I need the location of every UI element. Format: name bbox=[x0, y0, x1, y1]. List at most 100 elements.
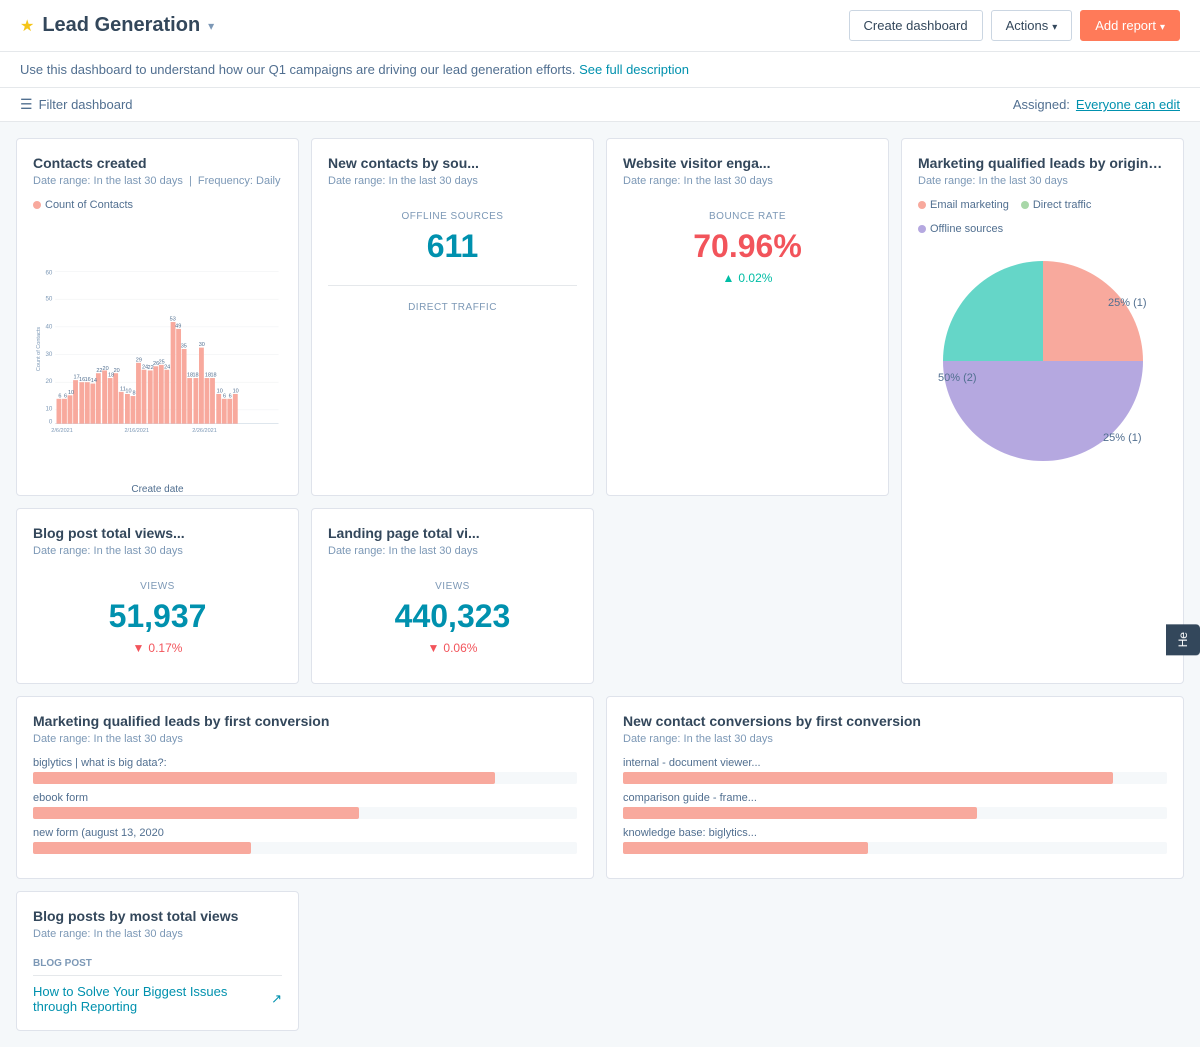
nc-hbar-item-2: comparison guide - frame... bbox=[623, 792, 1167, 819]
svg-text:10: 10 bbox=[217, 389, 223, 395]
hbar-label-2: ebook form bbox=[33, 792, 173, 804]
svg-text:16: 16 bbox=[79, 377, 85, 383]
dropdown-arrow-icon: ▾ bbox=[1052, 22, 1057, 33]
see-full-description-link[interactable]: See full description bbox=[579, 62, 689, 77]
hbar-item-2: ebook form bbox=[33, 792, 577, 819]
mq-leads-bars: biglytics | what is big data?: ebook for… bbox=[33, 757, 577, 854]
svg-text:14: 14 bbox=[91, 378, 97, 384]
new-contact-conv-title: New contact conversions by first convers… bbox=[623, 713, 1167, 729]
legend-email: Email marketing bbox=[918, 199, 1009, 211]
website-visitor-date: Date range: In the last 30 days bbox=[623, 175, 872, 187]
svg-text:40: 40 bbox=[45, 323, 52, 330]
pie-chart-svg: 25% (1) 50% (2) 25% (1) bbox=[933, 251, 1153, 471]
svg-text:10: 10 bbox=[68, 390, 74, 396]
blog-posts-most-card: Blog posts by most total views Date rang… bbox=[16, 891, 299, 1031]
legend-item-contacts: Count of Contacts bbox=[33, 199, 133, 211]
hbar-track-3 bbox=[33, 842, 577, 854]
new-contact-bars: internal - document viewer... comparison… bbox=[623, 757, 1167, 854]
svg-text:18: 18 bbox=[192, 373, 198, 379]
svg-text:18: 18 bbox=[108, 373, 114, 379]
svg-text:10: 10 bbox=[233, 389, 239, 395]
svg-text:22: 22 bbox=[96, 368, 102, 374]
blog-views-label: VIEWS bbox=[33, 581, 282, 592]
assigned-value-link[interactable]: Everyone can edit bbox=[1076, 97, 1180, 112]
nc-hbar-fill-1 bbox=[623, 772, 1113, 784]
svg-text:6: 6 bbox=[58, 393, 61, 399]
svg-text:30: 30 bbox=[45, 351, 52, 358]
legend-direct: Direct traffic bbox=[1021, 199, 1091, 211]
new-contacts-date: Date range: In the last 30 days bbox=[328, 175, 577, 187]
mq-leads-legend: Email marketing Direct traffic Offline s… bbox=[918, 199, 1167, 235]
svg-text:6: 6 bbox=[229, 393, 232, 399]
nc-hbar-item-1: internal - document viewer... bbox=[623, 757, 1167, 784]
svg-text:20: 20 bbox=[103, 366, 109, 372]
landing-views-label: VIEWS bbox=[328, 581, 577, 592]
new-contacts-card: New contacts by sou... Date range: In th… bbox=[311, 138, 594, 496]
legend-dot-email bbox=[918, 201, 926, 209]
svg-text:60: 60 bbox=[45, 269, 52, 276]
pie-chart-container: 25% (1) 50% (2) 25% (1) bbox=[918, 243, 1167, 479]
svg-text:50: 50 bbox=[45, 296, 52, 303]
svg-text:24: 24 bbox=[142, 364, 148, 370]
svg-text:24: 24 bbox=[164, 364, 170, 370]
blog-posts-most-date: Date range: In the last 30 days bbox=[33, 928, 282, 940]
new-contacts-stat-label: OFFLINE SOURCES bbox=[328, 211, 577, 222]
hbar-item-3: new form (august 13, 2020 bbox=[33, 827, 577, 854]
help-button[interactable]: He bbox=[1166, 624, 1200, 655]
create-dashboard-button[interactable]: Create dashboard bbox=[849, 10, 983, 41]
hbar-label-3: new form (august 13, 2020 bbox=[33, 827, 173, 839]
svg-text:Count of Contacts: Count of Contacts bbox=[36, 327, 42, 371]
mq-leads-first-date: Date range: In the last 30 days bbox=[33, 733, 577, 745]
description-bar: Use this dashboard to understand how our… bbox=[0, 52, 1200, 88]
hbar-fill-1 bbox=[33, 772, 495, 784]
page-title: Lead Generation bbox=[42, 14, 200, 37]
hbar-item-1: biglytics | what is big data?: bbox=[33, 757, 577, 784]
landing-views-stat: VIEWS 440,323 ▼ 0.06% bbox=[328, 569, 577, 667]
pie-slice-direct bbox=[943, 261, 1043, 361]
svg-text:2/6/2021: 2/6/2021 bbox=[51, 428, 72, 434]
new-contact-conv-date: Date range: In the last 30 days bbox=[623, 733, 1167, 745]
external-link-icon: ↗ bbox=[271, 991, 282, 1007]
contacts-legend: Count of Contacts bbox=[33, 199, 282, 211]
chevron-down-icon[interactable]: ▾ bbox=[208, 19, 214, 33]
new-contacts-title: New contacts by sou... bbox=[328, 155, 577, 171]
nc-hbar-fill-3 bbox=[623, 842, 868, 854]
svg-text:16: 16 bbox=[85, 377, 91, 383]
down-arrow-icon-blog: ▼ bbox=[133, 641, 145, 655]
nc-hbar-label-2: comparison guide - frame... bbox=[623, 792, 763, 804]
new-contacts-stat-value: 611 bbox=[328, 228, 577, 265]
header-actions: Create dashboard Actions▾ Add report▾ bbox=[849, 10, 1180, 41]
new-contact-conv-card: New contact conversions by first convers… bbox=[606, 696, 1184, 879]
blog-posts-most-title: Blog posts by most total views bbox=[33, 908, 282, 924]
legend-label-direct: Direct traffic bbox=[1033, 199, 1091, 211]
hbar-track-2 bbox=[33, 807, 577, 819]
legend-dot-direct bbox=[1021, 201, 1029, 209]
pie-slice-email bbox=[1043, 261, 1143, 361]
actions-button[interactable]: Actions▾ bbox=[991, 10, 1073, 41]
filter-dashboard-button[interactable]: ☰ Filter dashboard bbox=[20, 96, 133, 113]
pie-label-offline: 50% (2) bbox=[938, 372, 977, 384]
blog-post-views-card: Blog post total views... Date range: In … bbox=[16, 508, 299, 684]
hbar-label-1: biglytics | what is big data?: bbox=[33, 757, 173, 769]
svg-text:2/16/2021: 2/16/2021 bbox=[124, 428, 149, 434]
legend-label-email: Email marketing bbox=[930, 199, 1009, 211]
blog-views-value: 51,937 bbox=[33, 598, 282, 635]
contacts-created-title: Contacts created bbox=[33, 155, 282, 171]
mq-leads-original-card: Marketing qualified leads by original so… bbox=[901, 138, 1184, 684]
blog-views-stat: VIEWS 51,937 ▼ 0.17% bbox=[33, 569, 282, 667]
website-visitor-stat: BOUNCE RATE 70.96% ▲ 0.02% bbox=[623, 199, 872, 297]
filter-icon: ☰ bbox=[20, 96, 33, 113]
new-contacts-section-label: DIRECT TRAFFIC bbox=[328, 302, 577, 313]
svg-text:6: 6 bbox=[64, 393, 67, 399]
svg-text:10: 10 bbox=[45, 406, 52, 413]
blog-post-views-date: Date range: In the last 30 days bbox=[33, 545, 282, 557]
mq-leads-original-title: Marketing qualified leads by original so… bbox=[918, 155, 1167, 171]
nc-hbar-item-3: knowledge base: biglytics... bbox=[623, 827, 1167, 854]
svg-text:10: 10 bbox=[125, 389, 131, 395]
star-icon[interactable]: ★ bbox=[20, 16, 34, 36]
contacts-bar-chart: 60 50 40 30 20 10 0 Count of Contacts bbox=[33, 219, 282, 479]
blog-post-views-title: Blog post total views... bbox=[33, 525, 282, 541]
legend-dot-offline bbox=[918, 225, 926, 233]
add-report-button[interactable]: Add report▾ bbox=[1080, 10, 1180, 41]
blog-post-link[interactable]: How to Solve Your Biggest Issues through… bbox=[33, 984, 282, 1014]
